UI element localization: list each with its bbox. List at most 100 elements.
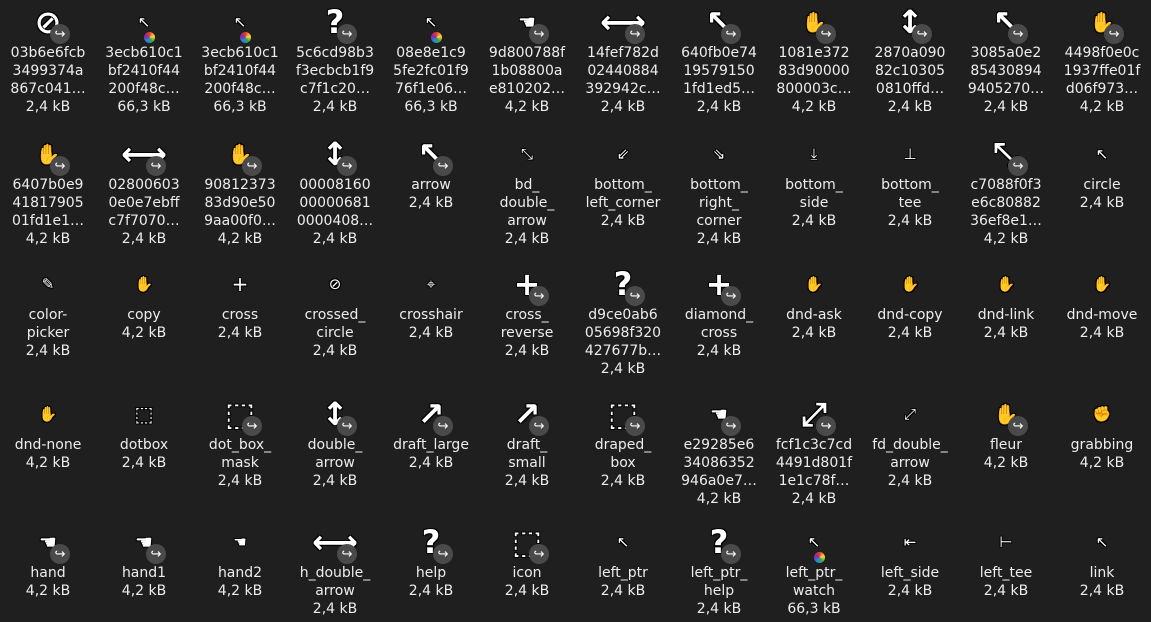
file-size: 2,4 kB — [504, 473, 550, 489]
dnd-copy-icon: ✋ — [900, 274, 920, 293]
file-name: bottom_ left_corner — [585, 177, 661, 211]
file-item[interactable]: ☚ ↪ hand 4,2 kB — [1, 520, 95, 600]
file-size: 2,4 kB — [312, 473, 358, 489]
file-item[interactable]: ☚ ↪ hand1 4,2 kB — [97, 520, 191, 600]
file-item[interactable]: ↗ ↪ draft_ small 2,4 kB — [480, 392, 574, 490]
file-name: 640fb0e74 19579150 1fd1ed5… — [681, 45, 757, 97]
file-name: diamond_ cross — [684, 307, 754, 341]
file-item[interactable]: ✋ dnd-link 2,4 kB — [959, 262, 1053, 342]
file-name: icon — [512, 565, 542, 581]
file-item[interactable]: ⤓ bottom_ side 2,4 kB — [767, 132, 861, 230]
file-thumbnail: ☚ ↪ — [503, 0, 551, 44]
file-item[interactable]: ⊢ left_tee 2,4 kB — [959, 520, 1053, 600]
file-item[interactable]: ✋ dnd-none 4,2 kB — [1, 392, 95, 472]
file-name: bottom_ tee — [881, 177, 939, 211]
file-thumbnail: ⌖ — [407, 262, 455, 306]
file-item[interactable]: ⬚ ↪ dot_box_ mask 2,4 kB — [193, 392, 287, 490]
file-item[interactable]: ⌖ crosshair 2,4 kB — [384, 262, 478, 342]
fd-double-arrow-icon: ⤢ — [903, 404, 916, 423]
file-name: color- picker — [26, 307, 70, 341]
file-item[interactable]: ⬚ ↪ draped_ box 2,4 kB — [576, 392, 670, 490]
file-thumbnail: ⤓ — [790, 132, 838, 176]
file-name: fleur — [989, 437, 1023, 453]
file-item[interactable]: ✋ dnd-ask 2,4 kB — [767, 262, 861, 342]
busy-wheel-icon — [814, 552, 825, 563]
file-item[interactable]: + ↪ diamond_ cross 2,4 kB — [672, 262, 766, 360]
file-name: 6407b0e9 41817905 01fd1e1… — [11, 177, 85, 229]
file-item[interactable]: ⤡ ↪ c7088f0f3 e6c80882 36ef8e1… 4,2 kB — [959, 132, 1053, 248]
file-item[interactable]: ✋ dnd-move 2,4 kB — [1055, 262, 1149, 342]
file-item[interactable]: + ↪ cross_ reverse 2,4 kB — [480, 262, 574, 360]
file-item[interactable]: ↕ ↪ double_ arrow 2,4 kB — [288, 392, 382, 490]
file-item[interactable]: ✋ ↪ 1081e372 83d90000 800003c… 4,2 kB — [767, 0, 861, 116]
file-thumbnail: ✋ — [982, 262, 1030, 306]
file-size: 2,4 kB — [600, 361, 646, 377]
file-size: 4,2 kB — [217, 231, 263, 247]
file-item[interactable]: ? ↪ left_ptr_ help 2,4 kB — [672, 520, 766, 618]
file-item[interactable]: ↖ ↪ 3085a0e2 85430894 9405270… 2,4 kB — [959, 0, 1053, 116]
file-name: bd_ double_ arrow — [499, 177, 555, 229]
file-item[interactable]: ↖ left_ptr_ watch 66,3 kB — [767, 520, 861, 618]
file-thumbnail: ✎ — [24, 262, 72, 306]
file-item[interactable]: ⇤ left_side 2,4 kB — [863, 520, 957, 600]
file-item[interactable]: ↗ ↪ draft_large 2,4 kB — [384, 392, 478, 472]
file-item[interactable]: ⊘ ↪ 03b6e6fcb 3499374a 867c041… 2,4 kB — [1, 0, 95, 116]
file-item[interactable]: ⬚ ↪ icon 2,4 kB — [480, 520, 574, 600]
file-item[interactable]: ↖ link 2,4 kB — [1055, 520, 1149, 600]
file-item[interactable]: ⇘ bottom_ right_ corner 2,4 kB — [672, 132, 766, 248]
file-item[interactable]: ✋ ↪ fleur 4,2 kB — [959, 392, 1053, 472]
file-item[interactable]: ↕ ↪ 2870a090 82c10305 0810ffd… 2,4 kB — [863, 0, 957, 116]
file-item[interactable]: ✋ dnd-copy 2,4 kB — [863, 262, 957, 342]
file-item[interactable]: ⤡ bd_ double_ arrow 2,4 kB — [480, 132, 574, 248]
file-item[interactable]: ↖ left_ptr 2,4 kB — [576, 520, 670, 600]
file-item[interactable]: ↖ ↪ 640fb0e74 19579150 1fd1ed5… 2,4 kB — [672, 0, 766, 116]
file-thumbnail: ⬚ ↪ — [216, 392, 264, 436]
file-item[interactable]: ⟷ ↪ 02800603 0e0e7ebff c7f7070… 2,4 kB — [97, 132, 191, 248]
file-item[interactable]: ⇙ bottom_ left_corner 2,4 kB — [576, 132, 670, 230]
file-size: 4,2 kB — [791, 99, 837, 115]
file-size: 2,4 kB — [887, 99, 933, 115]
file-item[interactable]: ↕ ↪ 00008160 00000681 0000408… 2,4 kB — [288, 132, 382, 248]
file-name: dnd-copy — [877, 307, 943, 323]
file-item[interactable]: ✋ ↪ 90812373 83d90e50 9aa00f0… 4,2 kB — [193, 132, 287, 248]
file-thumbnail: ☚ ↪ — [695, 392, 743, 436]
file-thumbnail: ✋ ↪ — [790, 0, 838, 44]
file-thumbnail: ✋ — [24, 392, 72, 436]
file-item[interactable]: ⬚ dotbox 2,4 kB — [97, 392, 191, 472]
file-item[interactable]: ☚ ↪ e29285e6 34086352 946a0e7… 4,2 kB — [672, 392, 766, 508]
file-item[interactable]: ✋ copy 4,2 kB — [97, 262, 191, 342]
file-item[interactable]: ✋ ↪ 4498f0e0c 1937ffe01f d06f973… 4,2 kB — [1055, 0, 1149, 116]
file-size: 4,2 kB — [25, 455, 71, 471]
file-item[interactable]: ⤢ fd_double_ arrow 2,4 kB — [863, 392, 957, 490]
file-item[interactable]: ⟷ ↪ 14fef782d 02440884 392942c… 2,4 kB — [576, 0, 670, 116]
file-item[interactable]: ? ↪ help 2,4 kB — [384, 520, 478, 600]
file-size: 4,2 kB — [1079, 455, 1125, 471]
file-item[interactable]: + cross 2,4 kB — [193, 262, 287, 342]
file-item[interactable]: ↖ 08e8e1c9 5fe2fc01f9 76f1e06… 66,3 kB — [384, 0, 478, 116]
file-size: 2,4 kB — [983, 583, 1029, 599]
file-item[interactable]: ? ↪ d9ce0ab6 05698f320 427677b… 2,4 kB — [576, 262, 670, 378]
file-item[interactable]: ✎ color- picker 2,4 kB — [1, 262, 95, 360]
symlink-arrow-icon: ↪ — [337, 156, 357, 176]
file-item[interactable]: ⊘ crossed_ circle 2,4 kB — [288, 262, 382, 360]
file-name: cross — [221, 307, 259, 323]
file-item[interactable]: ↖ 3ecb610c1 bf2410f44 200f48c… 66,3 kB — [97, 0, 191, 116]
file-item[interactable]: ↖ circle 2,4 kB — [1055, 132, 1149, 212]
file-item[interactable]: ✋ ↪ 6407b0e9 41817905 01fd1e1… 4,2 kB — [1, 132, 95, 248]
file-item[interactable]: ⟷ ↪ h_double_ arrow 2,4 kB — [288, 520, 382, 618]
file-item[interactable]: ☚ hand2 4,2 kB — [193, 520, 287, 600]
file-size: 2,4 kB — [1079, 583, 1125, 599]
file-item[interactable]: ✊ grabbing 4,2 kB — [1055, 392, 1149, 472]
file-item[interactable]: ↖ 3ecb610c1 bf2410f44 200f48c… 66,3 kB — [193, 0, 287, 116]
file-item[interactable]: ⊥ bottom_ tee 2,4 kB — [863, 132, 957, 230]
file-size: 2,4 kB — [1079, 325, 1125, 341]
file-thumbnail: ↖ — [1078, 132, 1126, 176]
file-name: bottom_ side — [785, 177, 843, 211]
file-name: hand1 — [121, 565, 167, 581]
symlink-arrow-icon: ↪ — [1008, 416, 1028, 436]
file-item[interactable]: ? ↪ 5c6cd98b3 f3ecbcb1f9 c7f1c20… 2,4 kB — [288, 0, 382, 116]
file-item[interactable]: ⤢ ↪ fcf1c3c7cd 4491d801f 1e1c78f… 2,4 kB — [767, 392, 861, 508]
file-item[interactable]: ☚ ↪ 9d800788f 1b08800a e810202… 4,2 kB — [480, 0, 574, 116]
file-item[interactable]: ↖ ↪ arrow 2,4 kB — [384, 132, 478, 212]
symlink-arrow-icon: ↪ — [337, 24, 357, 44]
